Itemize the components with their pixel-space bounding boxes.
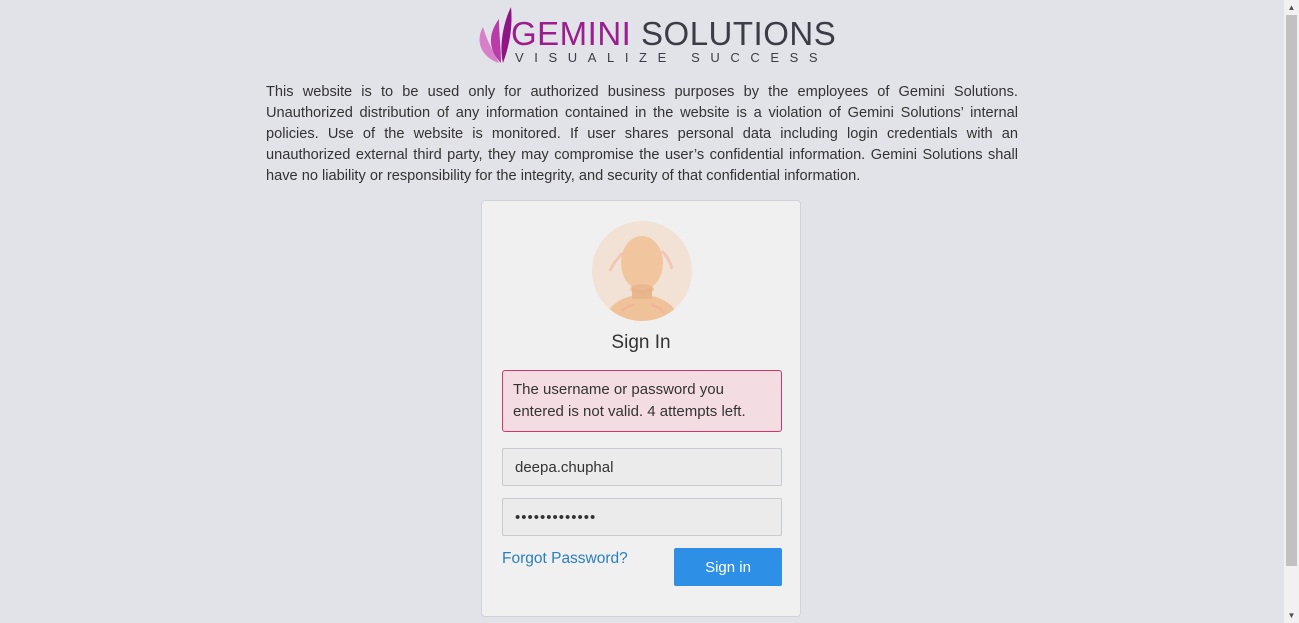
disclaimer-text: This website is to be used only for auth… — [266, 84, 1018, 184]
logo-brand-first: GEMINI — [511, 15, 632, 52]
logo-brand-name: GEMINI SOLUTIONS — [511, 15, 836, 53]
login-error-alert: The username or password you entered is … — [502, 370, 782, 432]
avatar-illustration — [592, 221, 692, 321]
gemini-solutions-logo: GEMINI SOLUTIONS VISUALIZE SUCCESS — [477, 5, 836, 67]
logo-tagline: VISUALIZE SUCCESS — [515, 50, 829, 65]
scroll-down-arrow-icon[interactable]: ▼ — [1284, 608, 1299, 623]
forgot-password-link[interactable]: Forgot Password? — [502, 549, 628, 569]
user-avatar-icon — [592, 221, 692, 321]
username-input[interactable] — [502, 448, 782, 486]
scrollbar-thumb[interactable] — [1286, 15, 1297, 566]
signin-button[interactable]: Sign in — [674, 548, 782, 586]
login-page: GEMINI SOLUTIONS VISUALIZE SUCCESS This … — [0, 0, 1299, 623]
vertical-scrollbar[interactable]: ▲ ▼ — [1284, 0, 1299, 623]
scroll-up-arrow-icon[interactable]: ▲ — [1284, 0, 1299, 15]
signin-title: Sign In — [611, 332, 671, 353]
password-input[interactable] — [502, 498, 782, 536]
logo-brand-second: SOLUTIONS — [631, 15, 837, 52]
signin-card: Sign In The username or password you ent… — [481, 200, 801, 617]
